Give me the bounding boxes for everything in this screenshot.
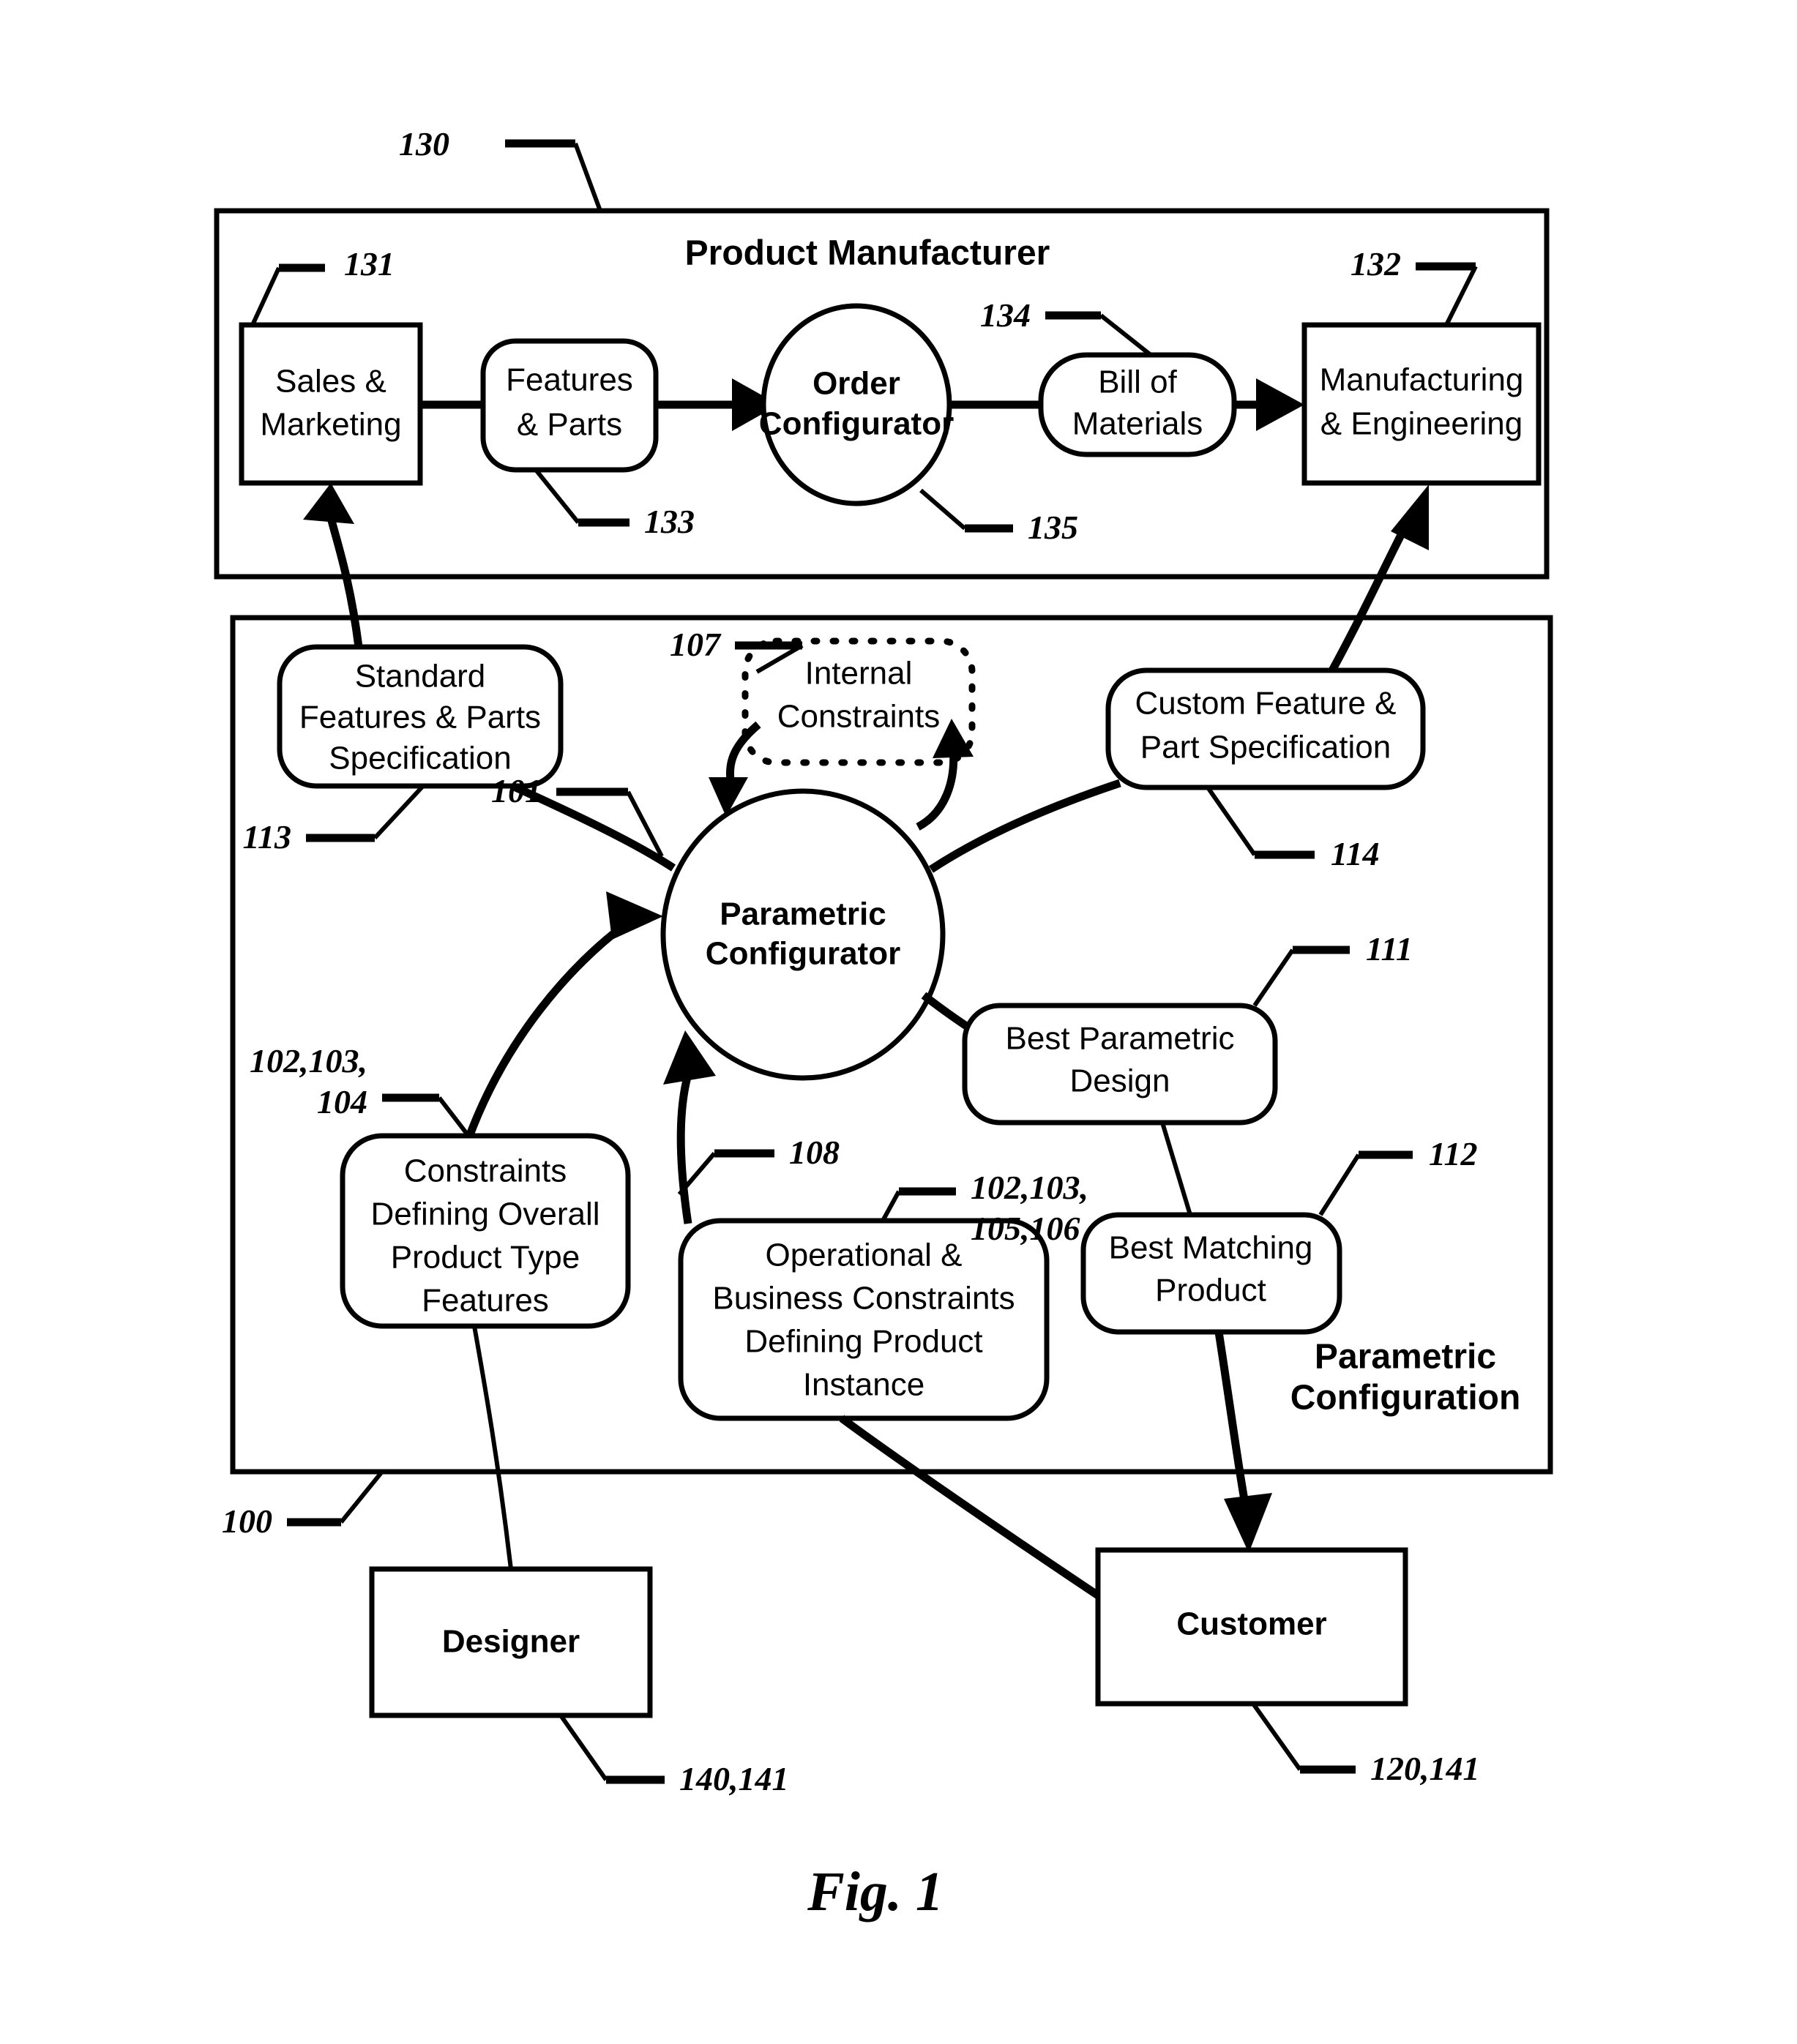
connector-design-to-matching <box>1160 1122 1192 1216</box>
leader-102103104-line <box>437 1096 471 1137</box>
leader-131-line <box>250 266 281 326</box>
standard-spec-label-line2: Features & Parts <box>299 700 541 735</box>
parametric-configurator-label-line2: Configurator <box>706 936 900 972</box>
standard-spec-label-line1: Standard <box>355 659 486 695</box>
best-matching-product-label-line2: Product <box>1155 1273 1266 1309</box>
connector-customer-to-operational-constraints <box>839 1415 1101 1599</box>
leader-120141-line <box>1251 1702 1302 1771</box>
leader-135-line <box>919 488 966 531</box>
ref-number-134: 134 <box>980 296 1031 334</box>
ref-number-112: 112 <box>1429 1135 1477 1172</box>
ref-number-120-141: 120,141 <box>1370 1750 1480 1787</box>
internal-constraints-label-line2: Constraints <box>777 699 941 735</box>
flow-best-matching-to-customer <box>1214 1331 1250 1509</box>
features-parts-label-line2: & Parts <box>517 407 622 443</box>
figure-caption: Fig. 1 <box>807 1861 944 1923</box>
ref-number-111: 111 <box>1366 930 1413 967</box>
order-configurator-ellipse[interactable] <box>761 303 952 506</box>
internal-constraints-label-line1: Internal <box>805 656 913 692</box>
parametric-configuration-title-line2: Configuration <box>1290 1379 1521 1418</box>
leader-112-line <box>1318 1153 1361 1216</box>
ref-number-131: 131 <box>344 245 395 282</box>
constraints-product-type-line2: Defining Overall <box>370 1197 599 1232</box>
figure-1-diagram: 130 Product Manufacturer Sales & Marketi… <box>214 125 1553 1923</box>
operational-constraints-line3: Defining Product <box>744 1324 982 1360</box>
flow-custom-spec-to-configurator <box>928 779 1121 873</box>
constraints-product-type-line3: Product Type <box>391 1240 580 1276</box>
arrowhead-standard-spec-to-sales <box>303 483 354 524</box>
bill-of-materials-label-line2: Materials <box>1072 406 1203 442</box>
features-parts-box[interactable] <box>480 338 659 473</box>
features-parts-label-line1: Features <box>506 362 633 398</box>
manufacturing-engineering-box[interactable] <box>1301 322 1542 486</box>
best-matching-product-label-line1: Best Matching <box>1109 1230 1313 1266</box>
constraints-product-type-line4: Features <box>422 1283 549 1319</box>
custom-feature-label-line2: Part Specification <box>1140 730 1391 765</box>
leader-134-line <box>1099 313 1152 357</box>
standard-spec-label-line3: Specification <box>329 741 511 776</box>
constraints-product-type-line1: Constraints <box>404 1153 567 1189</box>
operational-constraints-line2: Business Constraints <box>712 1281 1015 1317</box>
ref-number-107: 107 <box>670 626 722 663</box>
flow-standard-spec-to-sales <box>325 511 363 648</box>
manufacturing-engineering-label-line2: & Engineering <box>1320 406 1523 442</box>
parametric-configurator-label-line1: Parametric <box>720 896 886 932</box>
operational-constraints-line1: Operational & <box>765 1238 962 1273</box>
ref-number-130: 130 <box>399 125 449 162</box>
manufacturing-engineering-label-line1: Manufacturing <box>1320 362 1524 398</box>
order-configurator-label-line1: Order <box>812 366 900 402</box>
sales-marketing-label-line2: Marketing <box>260 407 401 443</box>
leader-111-line <box>1252 948 1295 1007</box>
leader-113-line <box>373 784 425 840</box>
sales-marketing-label-line1: Sales & <box>275 364 386 400</box>
arrowhead-best-matching-to-customer <box>1224 1493 1272 1553</box>
ref-number-113: 113 <box>243 818 291 856</box>
custom-feature-label-line1: Custom Feature & <box>1135 686 1396 722</box>
arrowhead-product-type-constraints <box>606 891 663 940</box>
best-parametric-design-label-line2: Design <box>1070 1063 1170 1099</box>
best-parametric-design-label-line1: Best Parametric <box>1006 1021 1235 1057</box>
ref-number-133: 133 <box>644 503 695 540</box>
leader-114-line <box>1206 786 1257 856</box>
flow-product-type-constraints-to-configurator <box>464 920 629 1140</box>
ref-number-102-103-b: 102,103, <box>971 1169 1088 1206</box>
connector-designer-to-constraints <box>472 1325 513 1570</box>
product-manufacturer-title: Product Manufacturer <box>685 234 1050 273</box>
ref-number-135: 135 <box>1028 509 1078 546</box>
patent-figure-page: 130 Product Manufacturer Sales & Marketi… <box>0 0 1797 2044</box>
operational-constraints-line4: Instance <box>803 1367 924 1403</box>
ref-number-140-141: 140,141 <box>679 1760 789 1797</box>
customer-label: Customer <box>1176 1606 1326 1642</box>
leader-133-line <box>534 468 580 524</box>
ref-number-108: 108 <box>789 1134 840 1171</box>
ref-number-100: 100 <box>222 1502 272 1540</box>
ref-number-104: 104 <box>317 1083 367 1120</box>
sales-marketing-box[interactable] <box>239 322 423 486</box>
order-configurator-label-line2: Configurator <box>759 406 954 442</box>
ref-number-105-106: 105,106 <box>971 1210 1080 1247</box>
leader-130-line <box>573 142 602 212</box>
ref-number-132: 132 <box>1350 245 1401 282</box>
leader-100-line <box>339 1470 384 1524</box>
ref-number-102-103: 102,103, <box>250 1042 367 1079</box>
parametric-configuration-title-line1: Parametric <box>1315 1338 1496 1377</box>
leader-102103105106-line <box>881 1190 901 1222</box>
flow-standard-spec-to-configurator <box>510 782 676 872</box>
leader-132-line <box>1444 265 1478 326</box>
bill-of-materials-label-line1: Bill of <box>1098 364 1177 400</box>
flow-operational-constraints-to-configurator <box>676 1073 692 1224</box>
arrowhead-bom-to-manufacturing <box>1256 378 1304 431</box>
leader-140141-line <box>558 1714 608 1781</box>
designer-label: Designer <box>442 1624 580 1660</box>
parametric-configurator-ellipse[interactable] <box>660 788 946 1081</box>
ref-number-114: 114 <box>1331 835 1379 872</box>
